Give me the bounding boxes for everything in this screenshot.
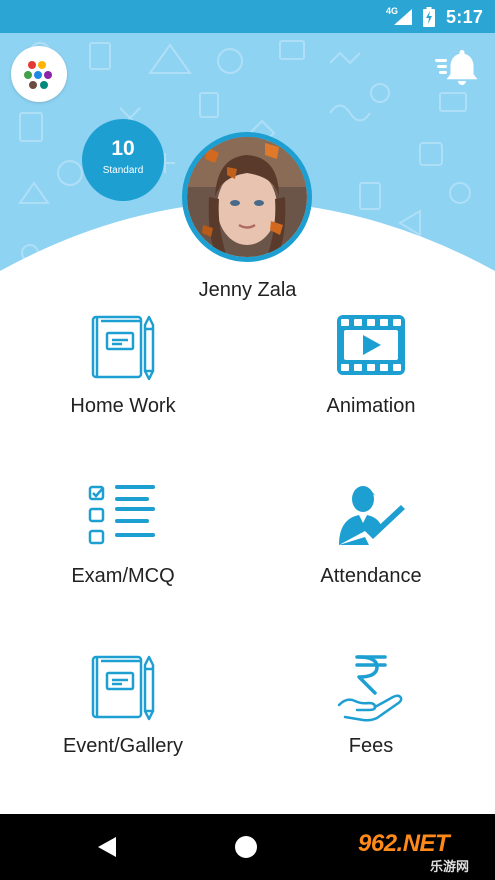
watermark-bottom-text: 乐游网 <box>430 859 470 874</box>
battery-charging-icon <box>423 7 435 32</box>
standard-badge: 10 Standard <box>82 119 164 201</box>
menu-label-home-work: Home Work <box>70 395 176 417</box>
watermark-logo: 962.NET 乐游网 <box>358 830 490 874</box>
user-check-icon <box>339 486 405 545</box>
avatar-photo <box>187 137 307 257</box>
status-time: 5:17 <box>446 7 484 27</box>
student-avatar[interactable] <box>182 132 312 262</box>
back-button[interactable] <box>96 835 118 864</box>
system-navigation-bar: 962.NET 乐游网 <box>0 814 495 880</box>
menu-label-animation: Animation <box>326 395 416 417</box>
menu-label-fees: Fees <box>348 735 394 757</box>
bell-icon <box>435 50 478 85</box>
back-triangle-icon <box>98 837 116 857</box>
signal-icon <box>393 8 413 31</box>
standard-label: Standard <box>102 165 144 176</box>
home-circle-icon[interactable] <box>235 836 257 858</box>
menu-event-gallery[interactable]: Event/Gallery <box>13 651 233 758</box>
standard-number: 10 <box>111 137 135 160</box>
notebook-pencil-icon <box>91 315 155 381</box>
notifications-button[interactable] <box>432 46 482 88</box>
apps-menu-button[interactable] <box>11 46 67 102</box>
watermark-top-text: 962.NET <box>358 830 450 857</box>
status-bar: 4G 5:17 <box>0 0 495 33</box>
checklist-icon <box>88 485 155 545</box>
menu-animation[interactable]: Animation <box>261 311 481 418</box>
menu-label-exam-mcq: Exam/MCQ <box>71 565 175 587</box>
menu-fees[interactable]: Fees <box>261 651 481 758</box>
menu-label-event-gallery: Event/Gallery <box>62 735 184 757</box>
menu-exam-mcq[interactable]: Exam/MCQ <box>13 481 233 588</box>
menu-attendance[interactable]: Attendance <box>261 481 481 588</box>
menu-label-attendance: Attendance <box>320 565 422 587</box>
student-name: Jenny Zala <box>198 279 297 301</box>
app-screen: 4G 5:17 10 Standard Jenny Zala Home Work… <box>0 0 495 880</box>
notebook-pencil-icon <box>91 655 155 721</box>
colorful-dots-icon <box>24 61 52 89</box>
rupee-hand-icon <box>337 655 403 722</box>
video-film-icon <box>337 315 405 375</box>
menu-home-work[interactable]: Home Work <box>13 311 233 418</box>
